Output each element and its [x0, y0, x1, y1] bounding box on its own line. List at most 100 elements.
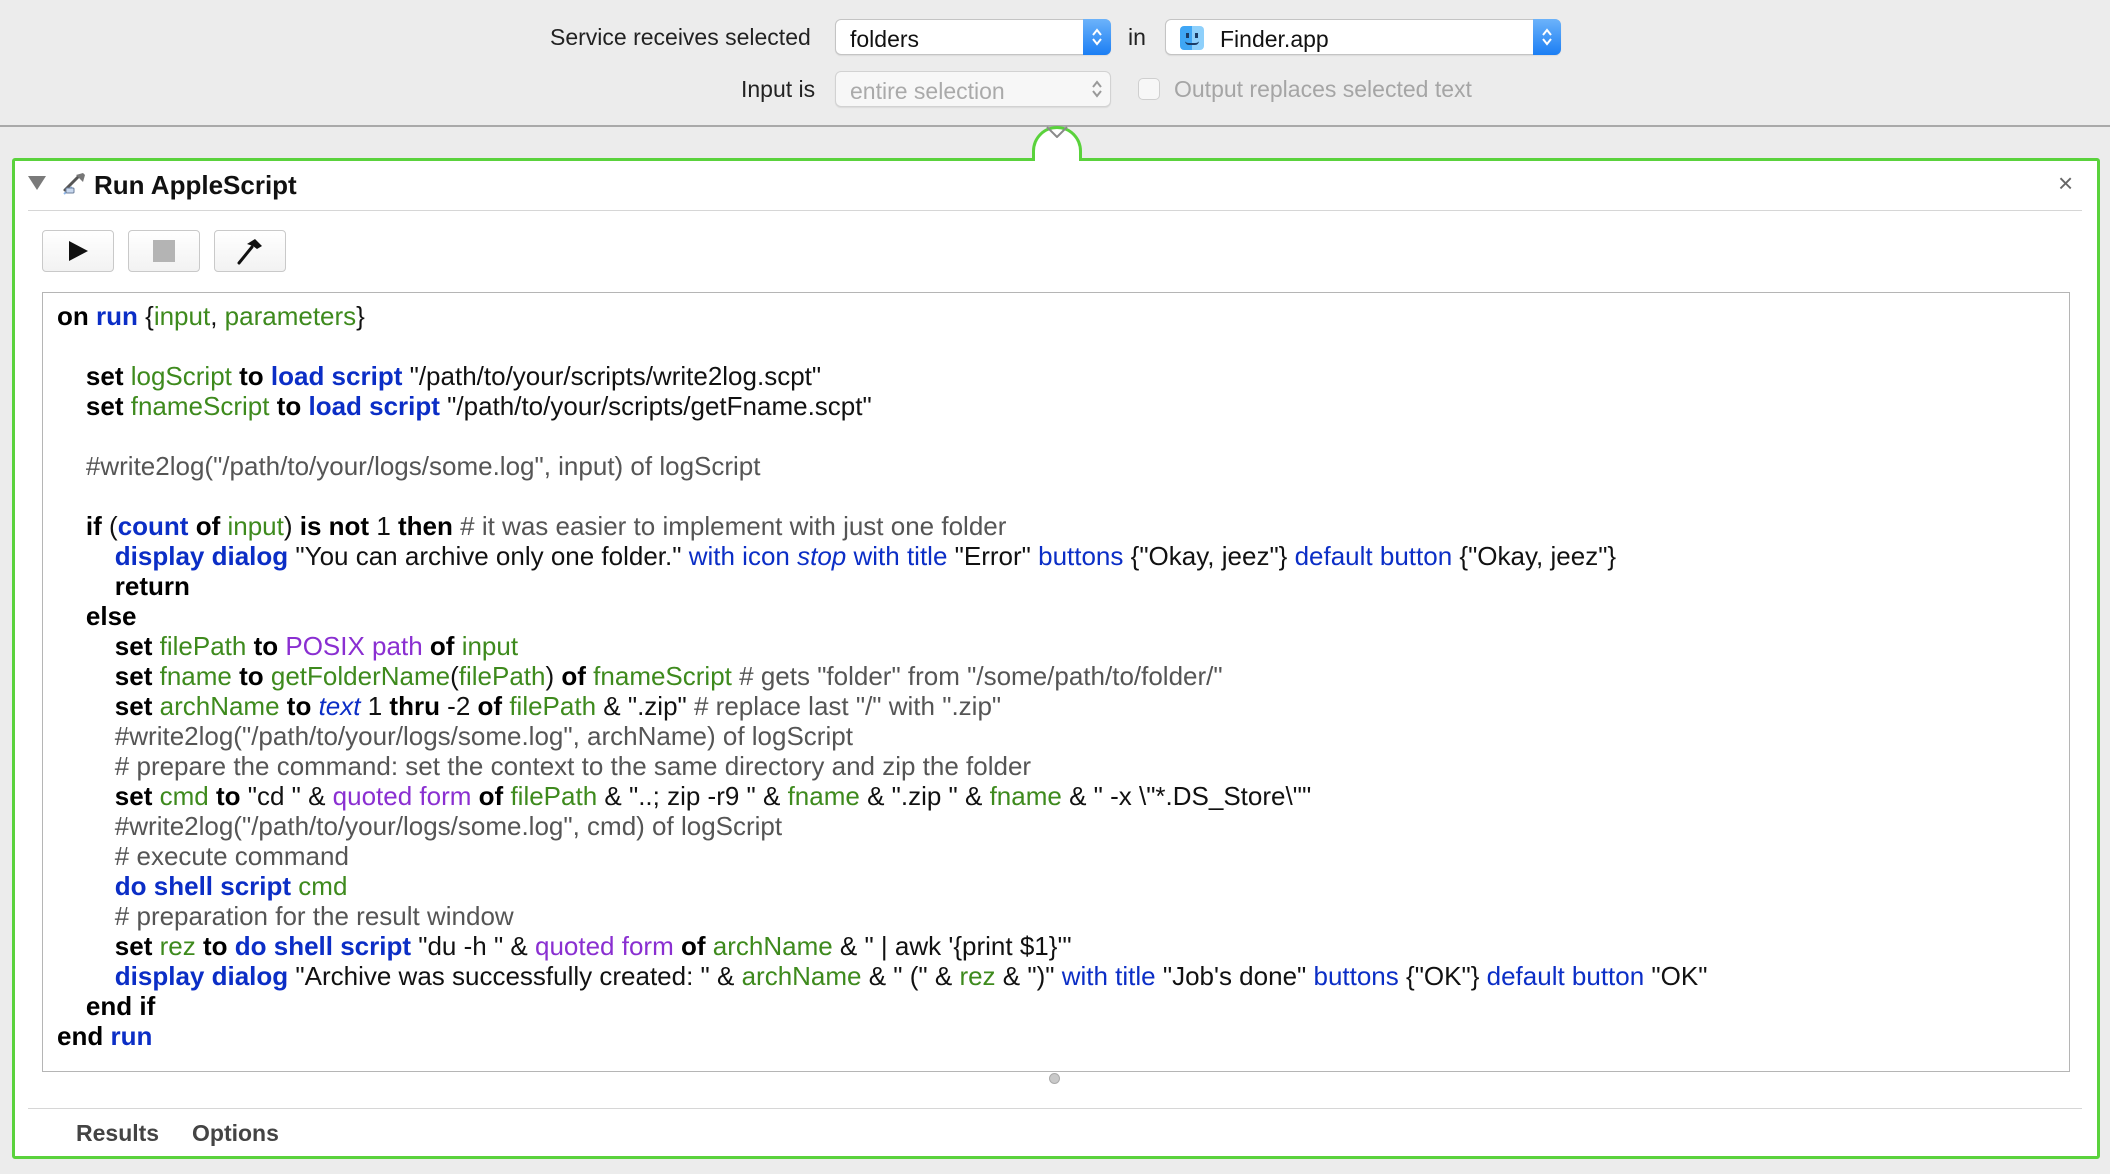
- action-title: Run AppleScript: [94, 170, 297, 200]
- script-editor[interactable]: on run {input, parameters} set logScript…: [42, 292, 2070, 1072]
- code-token: fnameScript: [593, 661, 732, 691]
- compile-button[interactable]: [214, 230, 286, 272]
- code-token: getFolderName: [270, 661, 451, 691]
- code-token: fname: [787, 781, 860, 811]
- in-label: in: [1128, 24, 1146, 50]
- code-token: fname: [989, 781, 1062, 811]
- input-is-popup[interactable]: entire selection: [835, 71, 1111, 107]
- code-token: # preparation for the result window: [114, 901, 514, 931]
- resize-handle[interactable]: [1049, 1073, 1060, 1084]
- code-token: # prepare the command: set the context t…: [114, 751, 1032, 781]
- code-line: #write2log("/path/to/your/logs/some.log"…: [57, 811, 1707, 841]
- code-line: return: [57, 571, 1707, 601]
- code-token: set: [114, 691, 153, 721]
- code-token: load script: [308, 391, 440, 421]
- code-token: text: [318, 691, 361, 721]
- code-token: to: [286, 691, 312, 721]
- code-line: #write2log("/path/to/your/logs/some.log"…: [57, 451, 1707, 481]
- application-popup[interactable]: Finder.app: [1165, 19, 1561, 55]
- code-token: with title: [1061, 961, 1156, 991]
- code-token: rez: [959, 961, 996, 991]
- close-action-button[interactable]: ×: [2058, 168, 2073, 199]
- code-token: buttons: [1038, 541, 1124, 571]
- output-replaces-checkbox[interactable]: [1138, 78, 1160, 100]
- popup-arrows-icon: [1083, 19, 1111, 55]
- code-line: set cmd to "cd " & quoted form of filePa…: [57, 781, 1707, 811]
- tab-results[interactable]: Results: [76, 1120, 159, 1147]
- code-token: "cd " &: [240, 781, 333, 811]
- code-token: set: [114, 661, 153, 691]
- code-token: # replace last "/" with ".zip": [693, 691, 1002, 721]
- code-token: "Error": [947, 541, 1039, 571]
- code-line: else: [57, 601, 1707, 631]
- code-token: & " | awk '{print $1}'": [832, 931, 1072, 961]
- code-token: {: [137, 301, 154, 331]
- code-line: set fname to getFolderName(filePath) of …: [57, 661, 1707, 691]
- disclosure-triangle-icon[interactable]: [28, 176, 46, 190]
- code-token: end: [57, 1021, 104, 1051]
- code-token: (: [101, 511, 118, 541]
- code-token: buttons: [1313, 961, 1399, 991]
- code-token: thru: [389, 691, 440, 721]
- code-token: set: [114, 931, 153, 961]
- stop-button[interactable]: [128, 230, 200, 272]
- finder-icon: [1180, 26, 1204, 50]
- code-token: default button: [1294, 541, 1453, 571]
- code-token: is not: [299, 511, 370, 541]
- code-line: if (count of input) is not 1 then # it w…: [57, 511, 1707, 541]
- code-token: else: [85, 601, 137, 631]
- receives-popup[interactable]: folders: [835, 19, 1111, 55]
- header-divider: [28, 210, 2082, 211]
- run-button[interactable]: [42, 230, 114, 272]
- tab-options[interactable]: Options: [192, 1120, 279, 1147]
- code-line: on run {input, parameters}: [57, 301, 1707, 331]
- code-token: # execute command: [114, 841, 349, 871]
- code-token: fnameScript: [130, 391, 270, 421]
- hammer-icon: [237, 239, 262, 265]
- stop-icon: [153, 240, 175, 262]
- code-token: logScript: [130, 361, 232, 391]
- code-token: end if: [85, 991, 156, 1021]
- code-token: fname: [159, 661, 232, 691]
- code-token: of: [429, 631, 455, 661]
- code-line: set archName to text 1 thru -2 of filePa…: [57, 691, 1707, 721]
- code-token: POSIX path: [285, 631, 423, 661]
- code-token: "du -h " &: [411, 931, 535, 961]
- code-token: of: [680, 931, 706, 961]
- code-token: of: [477, 691, 503, 721]
- code-line: set filePath to POSIX path of input: [57, 631, 1707, 661]
- code-token: {"OK"}: [1398, 961, 1487, 991]
- code-token: & ")": [995, 961, 1062, 991]
- code-token: archName: [159, 691, 280, 721]
- code-token: -2: [439, 691, 478, 721]
- code-token: with title: [853, 541, 948, 571]
- code-token: do shell script: [114, 871, 292, 901]
- popup-arrows-icon: [1083, 71, 1111, 107]
- code-token: of: [195, 511, 221, 541]
- code-token: filePath: [159, 631, 247, 661]
- code-token: & "..; zip -r9 " &: [597, 781, 788, 811]
- code-token: # gets "folder" from "/some/path/to/fold…: [739, 661, 1223, 691]
- code-token: quoted form: [534, 931, 674, 961]
- code-token: set: [114, 781, 153, 811]
- code-token: parameters: [224, 301, 357, 331]
- code-token: to: [239, 361, 264, 391]
